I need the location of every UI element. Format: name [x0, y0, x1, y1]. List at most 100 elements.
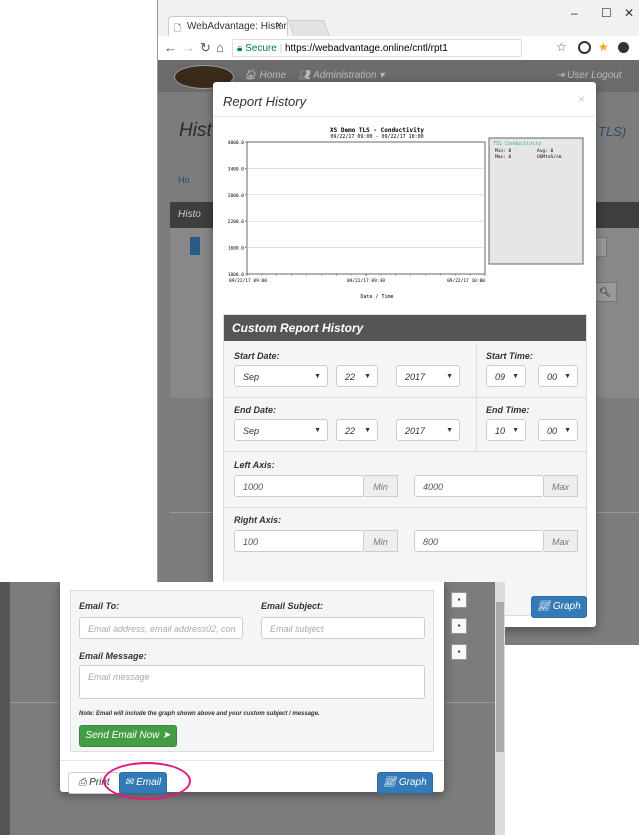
custom-report-panel: Custom Report History Start Date: Start … — [223, 314, 587, 616]
y-tick-label: 1600.0 — [228, 246, 245, 252]
tab-strip: 🗋 WebAdvantage: History × – ☐ ✕ — [158, 0, 639, 37]
legend-max: Max: 0 — [495, 154, 512, 160]
left-axis-label: Left Axis: — [234, 460, 275, 470]
page-scrollbar[interactable] — [495, 582, 505, 835]
end-month-select[interactable]: Sep ▼ — [234, 419, 328, 441]
bg-page-title: Hist — [179, 120, 212, 141]
start-hour-select[interactable]: 09 ▼ — [486, 365, 526, 387]
email-panel: Email To: Email Subject: Email address, … — [70, 590, 434, 752]
legend-avg: Avg: 0 — [537, 148, 554, 154]
report-history-modal: Report History × XS Demo TLS - Conductiv… — [213, 82, 596, 627]
bg-page-title-suffix: TLS) — [598, 124, 627, 139]
bg-breadcrumb: Ho — [178, 175, 190, 185]
start-month-select[interactable]: Sep ▼ — [234, 365, 328, 387]
bg-row-button: ▪ — [451, 592, 467, 608]
url-input[interactable]: 🔒︎ Secure | https://webadvantage.online/… — [232, 39, 522, 57]
lock-icon: 🔒︎ — [237, 43, 243, 54]
x-tick-label: 09/22/17 10:00 — [447, 278, 485, 284]
close-window-icon[interactable]: ✕ — [624, 6, 634, 20]
home-icon[interactable]: ⌂ — [216, 40, 224, 55]
chevron-down-icon: ▼ — [446, 373, 453, 380]
start-minute-select[interactable]: 00 ▼ — [538, 365, 578, 387]
end-day-select[interactable]: 22 ▼ — [336, 419, 378, 441]
chart-line-icon: 📈︎ — [383, 777, 397, 788]
right-axis-label: Right Axis: — [234, 515, 282, 525]
row-divider — [224, 397, 586, 398]
tab-close-icon[interactable]: × — [276, 20, 282, 31]
secure-label: Secure — [245, 43, 277, 54]
modal-header-divider — [213, 116, 596, 117]
chart-xlabel: Date / Time — [360, 294, 393, 300]
max-addon: Max — [544, 475, 578, 497]
highlight-circle — [103, 762, 191, 800]
modal-footer-divider — [60, 760, 444, 761]
chevron-down-icon: ▼ — [564, 373, 571, 380]
email-to-input[interactable]: Email address, email address02, con — [79, 617, 243, 639]
start-year-select[interactable]: 2017 ▼ — [396, 365, 460, 387]
modal-close-icon[interactable]: × — [578, 92, 585, 106]
bookmark-star-icon[interactable]: ☆ — [556, 40, 567, 54]
new-tab-button[interactable] — [287, 20, 331, 37]
chart-legend: TS1 Conductivity Min: 0 Max: 0 Avg: 0 UG… — [488, 137, 584, 265]
plot-frame — [246, 141, 486, 275]
custom-report-header: Custom Report History — [224, 315, 586, 341]
minimize-icon[interactable]: – — [571, 6, 578, 20]
browser-window: 🗋 WebAdvantage: History × – ☐ ✕ ← → ↻ ⌂ … — [157, 0, 639, 645]
nav-logout[interactable]: ⇥ User Logout — [556, 70, 622, 81]
bg-row-button: ▪ — [451, 618, 467, 634]
x-tick-label: 09/22/17 09:30 — [347, 278, 385, 284]
maximize-icon[interactable]: ☐ — [601, 6, 612, 20]
x-tick-label: 09/22/17 09:00 — [229, 278, 267, 284]
graph-button[interactable]: 📈︎ Graph — [377, 772, 433, 794]
paper-plane-icon: ➤ — [162, 730, 171, 741]
address-bar: ← → ↻ ⌂ 🔒︎ Secure | https://webadvantage… — [158, 36, 639, 61]
nav-administration[interactable]: 👥︎ Administration ▾ — [298, 70, 384, 81]
email-note: Note: Email will include the graph shown… — [79, 711, 320, 717]
graph-button-top[interactable]: 📈︎ Graph — [531, 596, 587, 618]
left-axis-min-input[interactable]: 1000 — [234, 475, 364, 497]
extension-star-icon[interactable]: ★ — [598, 40, 609, 54]
chevron-down-icon: ▼ — [512, 373, 519, 380]
y-tick-label: 2800.0 — [228, 193, 245, 199]
y-tick-label: 1000.0 — [228, 272, 245, 278]
row-divider — [224, 451, 586, 452]
browser-window-scrolled: ▪ ▪ ▪ Email To: Email Subject: Email add… — [0, 582, 505, 835]
conductivity-chart: XS Demo TLS - Conductivity 09/22/17 09:0… — [227, 124, 585, 302]
start-time-label: Start Time: — [486, 351, 533, 361]
max-addon: Max — [544, 530, 578, 552]
end-hour-select[interactable]: 10 ▼ — [486, 419, 526, 441]
end-minute-select[interactable]: 00 ▼ — [538, 419, 578, 441]
send-email-button[interactable]: Send Email Now ➤ — [79, 725, 177, 747]
end-time-label: End Time: — [486, 405, 530, 415]
end-year-select[interactable]: 2017 ▼ — [396, 419, 460, 441]
chevron-down-icon: ▼ — [512, 427, 519, 434]
scrollbar-thumb[interactable] — [496, 602, 504, 752]
right-axis-min-input[interactable]: 100 — [234, 530, 364, 552]
chart-plot-area — [246, 141, 486, 275]
back-icon[interactable]: ← — [164, 40, 177, 55]
email-to-label: Email To: — [79, 601, 120, 611]
report-history-modal-footer: Email To: Email Subject: Email address, … — [60, 582, 444, 800]
modal-title: Report History — [223, 94, 307, 109]
legend-min: Min: 0 — [495, 148, 512, 154]
end-date-label: End Date: — [234, 405, 277, 415]
nav-home[interactable]: 🏠︎ Home — [244, 70, 286, 81]
start-date-label: Start Date: — [234, 351, 280, 361]
chart-subtitle: 09/22/17 09:00 - 09/22/17 10:00 — [330, 134, 423, 140]
legend-series-name: TS1 Conductivity — [493, 141, 541, 147]
reload-icon[interactable]: ↻ — [200, 40, 211, 56]
bg-search-icon: 🔍︎ — [593, 282, 617, 302]
right-axis-max-input[interactable]: 800 — [414, 530, 544, 552]
email-subject-input[interactable]: Email subject — [261, 617, 425, 639]
page-icon: 🗋 — [174, 23, 182, 33]
profile-icon[interactable] — [618, 42, 629, 53]
start-day-select[interactable]: 22 ▼ — [336, 365, 378, 387]
browser-tab[interactable]: 🗋 WebAdvantage: History × — [168, 16, 288, 36]
forward-icon[interactable]: → — [182, 40, 195, 55]
email-message-textarea[interactable]: Email message — [79, 665, 425, 699]
chevron-down-icon: ▼ — [364, 427, 371, 434]
y-tick-label: 3400.0 — [228, 166, 245, 172]
extension-icon[interactable] — [578, 41, 591, 54]
left-axis-max-input[interactable]: 4000 — [414, 475, 544, 497]
date-time-divider — [476, 343, 477, 397]
